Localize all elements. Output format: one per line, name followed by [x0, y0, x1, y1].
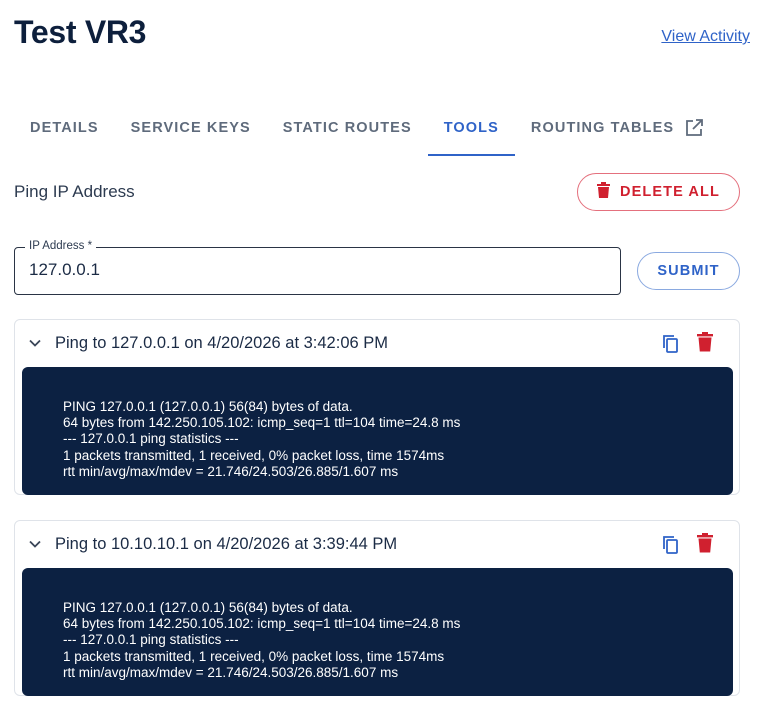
tab-service-keys[interactable]: SERVICE KEYS [115, 100, 267, 156]
tab-tools[interactable]: TOOLS [427, 100, 516, 156]
ip-address-input[interactable] [29, 260, 609, 280]
ping-result-title: Ping to 127.0.0.1 on 4/20/2026 at 3:42:0… [55, 334, 389, 352]
ping-output-line: --- 127.0.0.1 ping statistics --- [63, 632, 239, 648]
ping-output-console: PING 127.0.0.1 (127.0.0.1) 56(84) bytes … [22, 568, 733, 696]
ping-output-line: PING 127.0.0.1 (127.0.0.1) 56(84) bytes … [63, 399, 353, 414]
tab-details[interactable]: DETAILS [14, 100, 115, 156]
ping-output-line: 1 packets transmitted, 1 received, 0% pa… [63, 447, 445, 463]
ping-result-header[interactable]: Ping to 10.10.10.1 on 4/20/2026 at 3:39:… [15, 521, 739, 567]
trash-icon [597, 182, 611, 202]
ip-address-field: IP Address * [14, 240, 621, 295]
view-activity-link[interactable]: View Activity [661, 28, 750, 46]
ping-output-line: PING 127.0.0.1 (127.0.0.1) 56(84) bytes … [63, 600, 353, 615]
ping-output-console: PING 127.0.0.1 (127.0.0.1) 56(84) bytes … [22, 367, 733, 495]
ping-result-header[interactable]: Ping to 127.0.0.1 on 4/20/2026 at 3:42:0… [15, 320, 739, 366]
tab-static-routes[interactable]: STATIC ROUTES [267, 100, 428, 156]
delete-result-icon[interactable] [696, 332, 714, 352]
delete-result-icon[interactable] [696, 533, 714, 553]
ping-result-card: Ping to 127.0.0.1 on 4/20/2026 at 3:42:0… [14, 319, 740, 495]
ping-output-line: 1 packets transmitted, 1 received, 0% pa… [63, 648, 445, 664]
ping-output-line: 64 bytes from 142.250.105.102: icmp_seq=… [63, 616, 461, 632]
section-title: Ping IP Address [14, 182, 135, 201]
ping-result-card: Ping to 10.10.10.1 on 4/20/2026 at 3:39:… [14, 520, 740, 696]
ping-output-line: --- 127.0.0.1 ping statistics --- [63, 431, 239, 447]
external-link-icon [684, 118, 704, 138]
submit-button[interactable]: SUBMIT [637, 252, 740, 290]
tab-bar: DETAILS SERVICE KEYS STATIC ROUTES TOOLS… [14, 100, 720, 156]
ping-result-title: Ping to 10.10.10.1 on 4/20/2026 at 3:39:… [55, 535, 398, 553]
ip-address-label: IP Address * [25, 240, 97, 252]
ping-output-line: rtt min/avg/max/mdev = 21.746/24.503/26.… [63, 463, 399, 479]
chevron-down-icon[interactable] [27, 536, 43, 552]
copy-icon[interactable] [661, 334, 681, 354]
delete-all-button[interactable]: DELETE ALL [577, 173, 740, 211]
ping-output-line: 64 bytes from 142.250.105.102: icmp_seq=… [63, 415, 461, 431]
page-title: Test VR3 [14, 14, 147, 50]
copy-icon[interactable] [661, 535, 681, 555]
chevron-down-icon[interactable] [27, 335, 43, 351]
tab-routing-tables[interactable]: ROUTING TABLES [515, 100, 720, 156]
ping-output-line: rtt min/avg/max/mdev = 21.746/24.503/26.… [63, 664, 399, 680]
